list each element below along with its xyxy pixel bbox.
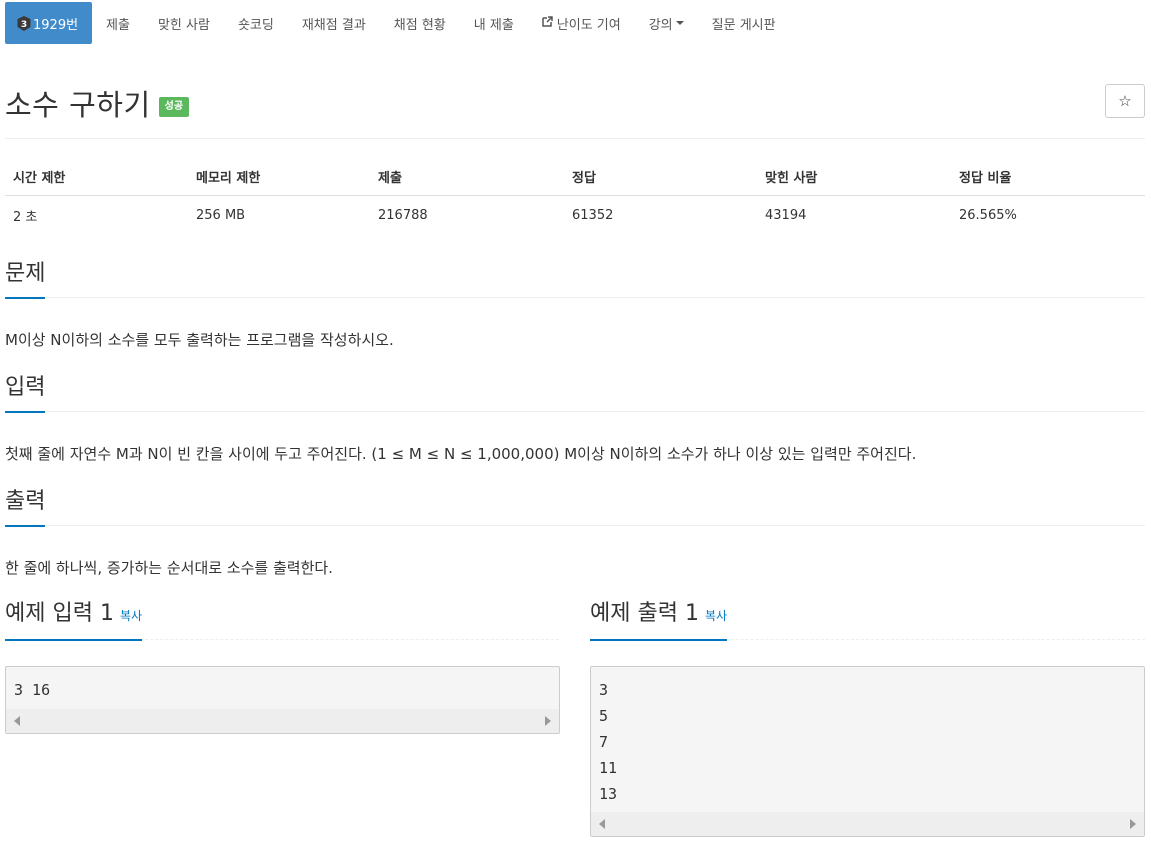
sample-output-section: 예제 출력 1 복사 [590, 598, 1145, 641]
caret-down-icon [675, 21, 684, 25]
status-badge: 성공 [158, 97, 190, 117]
value-time-limit: 2 초 [13, 210, 38, 225]
tab-difficulty-contribution[interactable]: 난이도 기여 [528, 2, 635, 44]
header-solved-users: 맞힌 사람 [757, 158, 951, 196]
tab-problem[interactable]: 3 1929번 [5, 2, 93, 44]
scroll-right-arrow-icon[interactable] [1130, 819, 1136, 829]
section-input-headline: 입력 [5, 370, 1145, 413]
tab-solved-users[interactable]: 맞힌 사람 [144, 2, 224, 44]
input-text: 첫째 줄에 자연수 M과 N이 빈 칸을 사이에 두고 주어진다. (1 ≤ M… [5, 445, 917, 463]
scroll-left-arrow-icon[interactable] [599, 819, 605, 829]
tab-submit[interactable]: 제출 [92, 2, 144, 44]
tab-submit-label: 제출 [106, 17, 130, 33]
header-memory-limit: 메모리 제한 [188, 158, 370, 196]
section-description-title: 문제 [5, 259, 46, 299]
sample-output-title: 예제 출력 1 [590, 601, 699, 626]
value-solved-users: 43194 [765, 208, 807, 223]
external-link-icon [542, 16, 553, 30]
tab-solved-users-label: 맞힌 사람 [157, 17, 210, 33]
sample-output-heading: 예제 출력 1 복사 [590, 599, 728, 641]
sample-input-content: 3 16 [14, 681, 51, 699]
scroll-right-arrow-icon[interactable] [545, 716, 551, 726]
copy-sample-input-button[interactable]: 복사 [120, 609, 142, 623]
tab-lectures[interactable]: 강의 [635, 2, 698, 44]
section-output-headline: 출력 [5, 484, 1145, 527]
header-accept-ratio: 정답 비율 [951, 158, 1145, 196]
tier-number: 3 [21, 20, 27, 30]
sample-input-heading: 예제 입력 1 복사 [5, 599, 143, 641]
tab-judge-status[interactable]: 채점 현황 [380, 2, 460, 44]
tier-badge-icon: 3 [17, 15, 31, 31]
value-accept-ratio: 26.565% [959, 208, 1017, 223]
output-text: 한 줄에 하나씩, 증가하는 순서대로 소수를 출력한다. [5, 559, 333, 577]
title-row: 소수 구하기 성공 [5, 82, 190, 124]
header-submissions: 제출 [370, 158, 564, 196]
section-description-headline: 문제 [5, 256, 1145, 299]
scroll-left-arrow-icon[interactable] [14, 716, 20, 726]
tab-short-coding[interactable]: 숏코딩 [224, 2, 288, 44]
section-input-title: 입력 [5, 373, 46, 413]
tab-judge-status-label: 채점 현황 [393, 17, 446, 33]
tab-problem-label: 1929번 [33, 17, 79, 33]
section-input: 입력 첫째 줄에 자연수 M과 N이 빈 칸을 사이에 두고 주어진다. (1 … [5, 370, 1145, 470]
tab-qna-board-label: 질문 게시판 [711, 17, 776, 33]
sample-output-headline: 예제 출력 1 복사 [590, 598, 1145, 641]
info-value-row: 2 초 256 MB 216788 61352 43194 26.565% [5, 196, 1145, 236]
tab-short-coding-label: 숏코딩 [237, 17, 274, 33]
sample-output-box[interactable]: 3 5 7 11 13 [590, 666, 1145, 837]
title-divider [5, 138, 1145, 139]
info-header-row: 시간 제한 메모리 제한 제출 정답 맞힌 사람 정답 비율 [5, 158, 1145, 196]
tab-my-submissions-label: 내 제출 [473, 17, 514, 33]
value-submissions: 216788 [378, 208, 428, 223]
sample-input-box[interactable]: 3 16 [5, 666, 560, 734]
copy-sample-output-button[interactable]: 복사 [705, 609, 727, 623]
horizontal-scrollbar[interactable] [6, 709, 559, 733]
tab-rejudge-results-label: 재채점 결과 [301, 17, 366, 33]
tab-my-submissions[interactable]: 내 제출 [460, 2, 528, 44]
tab-lectures-label: 강의 [648, 17, 673, 33]
value-memory-limit: 256 MB [196, 208, 246, 223]
sample-input-section: 예제 입력 1 복사 [5, 598, 559, 641]
value-accepted: 61352 [572, 208, 614, 223]
star-icon: ☆ [1118, 92, 1132, 110]
header-accepted: 정답 [564, 158, 757, 196]
description-text: M이상 N이하의 소수를 모두 출력하는 프로그램을 작성하시오. [5, 331, 394, 349]
favorite-star-button[interactable]: ☆ [1105, 84, 1145, 118]
tab-difficulty-contribution-label: 난이도 기여 [556, 17, 621, 33]
header-time-limit: 시간 제한 [5, 158, 188, 196]
sample-output-content: 3 5 7 11 13 [599, 681, 618, 803]
tab-rejudge-results[interactable]: 재채점 결과 [288, 2, 380, 44]
tab-qna-board[interactable]: 질문 게시판 [698, 2, 790, 44]
page-title: 소수 구하기 [5, 88, 151, 122]
horizontal-scrollbar[interactable] [591, 812, 1144, 836]
sample-input-headline: 예제 입력 1 복사 [5, 598, 559, 641]
sample-input-title: 예제 입력 1 [5, 601, 114, 626]
section-output: 출력 한 줄에 하나씩, 증가하는 순서대로 소수를 출력한다. [5, 484, 1145, 584]
problem-info-table: 시간 제한 메모리 제한 제출 정답 맞힌 사람 정답 비율 2 초 256 M… [5, 158, 1145, 235]
section-description: 문제 M이상 N이하의 소수를 모두 출력하는 프로그램을 작성하시오. [5, 256, 1145, 356]
problem-menu: 3 1929번 제출 맞힌 사람 숏코딩 재채점 결과 채점 현황 내 제출 난… [5, 2, 790, 44]
section-output-title: 출력 [5, 487, 46, 527]
